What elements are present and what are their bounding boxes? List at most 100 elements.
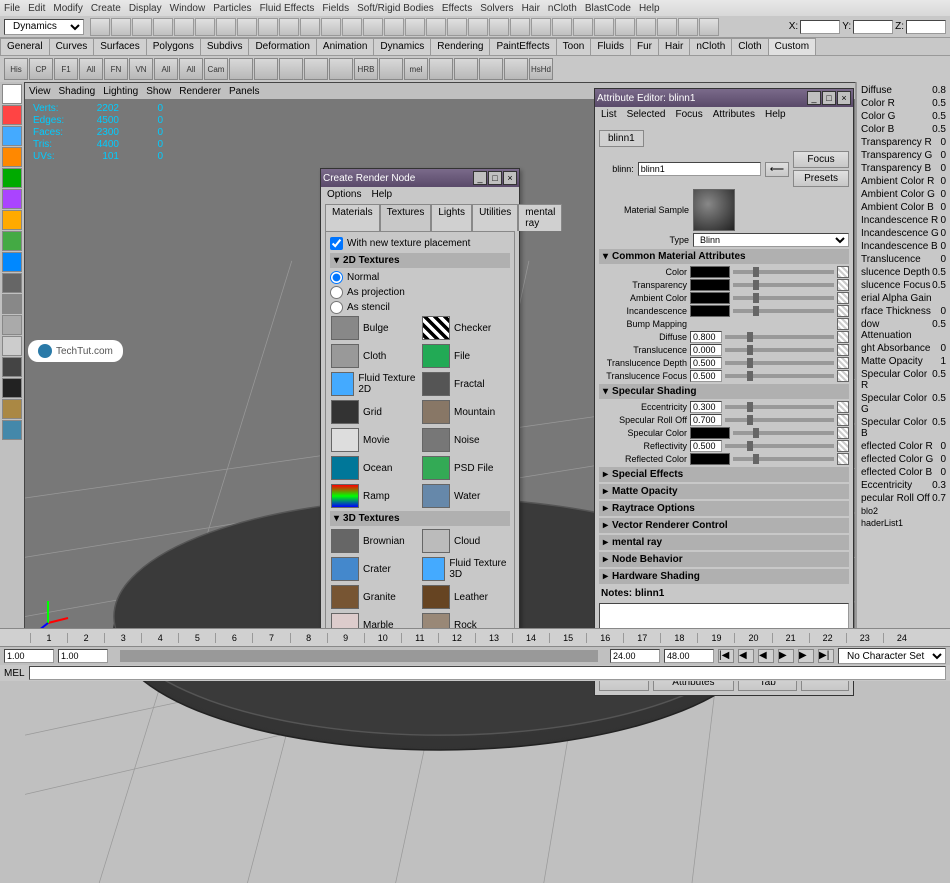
- shelf-btn[interactable]: VN: [129, 58, 153, 80]
- shelf-btn[interactable]: [279, 58, 303, 80]
- create-render-node-dialog[interactable]: Create Render Node _ □ × OptionsHelp Mat…: [320, 168, 520, 675]
- slider[interactable]: [725, 418, 834, 422]
- crn-menu-help[interactable]: Help: [371, 189, 392, 200]
- module-dropdown[interactable]: Dynamics: [4, 19, 84, 35]
- presets-button[interactable]: Presets: [793, 170, 849, 187]
- toolbar-btn[interactable]: [657, 18, 677, 36]
- shelf-btn[interactable]: F1: [54, 58, 78, 80]
- menu-effects[interactable]: Effects: [442, 3, 472, 14]
- nav-button[interactable]: ⟵: [765, 162, 789, 177]
- current-frame-input[interactable]: [58, 649, 108, 663]
- value-input[interactable]: [690, 440, 722, 452]
- rewind-button[interactable]: |◀: [718, 649, 734, 663]
- menu-modify[interactable]: Modify: [53, 3, 82, 14]
- channel-attr[interactable]: slucence Depth0.5: [859, 266, 948, 279]
- shelf-tab-deformation[interactable]: Deformation: [248, 38, 316, 55]
- shelf-tab-ncloth[interactable]: nCloth: [689, 38, 732, 55]
- minimize-icon[interactable]: _: [807, 91, 821, 105]
- channel-attr[interactable]: erial Alpha Gain: [859, 292, 948, 305]
- section-3d-textures[interactable]: ▾3D Textures: [330, 511, 510, 526]
- charset-dropdown[interactable]: No Character Set: [838, 648, 946, 664]
- shelf-btn[interactable]: [329, 58, 353, 80]
- toolbar-btn[interactable]: [573, 18, 593, 36]
- shelf-tab-custom[interactable]: Custom: [768, 38, 816, 55]
- shelf-btn[interactable]: [379, 58, 403, 80]
- range-end-input[interactable]: [610, 649, 660, 663]
- toolbar-btn[interactable]: [699, 18, 719, 36]
- step-fwd-button[interactable]: ▶: [798, 649, 814, 663]
- crn-tab-utilities[interactable]: Utilities: [472, 204, 518, 231]
- texture-fractal[interactable]: Fractal: [421, 371, 510, 397]
- shelf-tab-fluids[interactable]: Fluids: [590, 38, 631, 55]
- map-button[interactable]: [837, 305, 849, 317]
- toolbar-btn[interactable]: [594, 18, 614, 36]
- texture-leather[interactable]: Leather: [421, 584, 510, 610]
- range-max-input[interactable]: [664, 649, 714, 663]
- channel-attr[interactable]: rface Thickness0: [859, 305, 948, 318]
- shelf-btn[interactable]: [254, 58, 278, 80]
- shelf-tab-general[interactable]: General: [0, 38, 50, 55]
- ae-menu-focus[interactable]: Focus: [675, 109, 702, 120]
- menu-display[interactable]: Display: [129, 3, 162, 14]
- texture-mountain[interactable]: Mountain: [421, 399, 510, 425]
- ae-titlebar[interactable]: Attribute Editor: blinn1 _ □ ×: [595, 89, 853, 107]
- menu-fluid effects[interactable]: Fluid Effects: [260, 3, 315, 14]
- shelf-tab-rendering[interactable]: Rendering: [430, 38, 490, 55]
- shelf-btn[interactable]: HRB: [354, 58, 378, 80]
- menu-edit[interactable]: Edit: [28, 3, 45, 14]
- value-input[interactable]: [690, 401, 722, 413]
- toolbar-btn[interactable]: [258, 18, 278, 36]
- channel-attr[interactable]: Matte Opacity1: [859, 355, 948, 368]
- range-start-input[interactable]: [4, 649, 54, 663]
- toolbar-btn[interactable]: [510, 18, 530, 36]
- texture-psd-file[interactable]: PSD File: [421, 455, 510, 481]
- map-button[interactable]: [837, 453, 849, 465]
- texture-cloud[interactable]: Cloud: [421, 528, 510, 554]
- channel-attr[interactable]: Color B0.5: [859, 123, 948, 136]
- menu-ncloth[interactable]: nCloth: [548, 3, 577, 14]
- slider[interactable]: [725, 361, 834, 365]
- focus-button[interactable]: Focus: [793, 151, 849, 168]
- shelf-btn[interactable]: [479, 58, 503, 80]
- toolbar-btn[interactable]: [321, 18, 341, 36]
- channel-attr[interactable]: Translucence0: [859, 253, 948, 266]
- channel-attr[interactable]: eflected Color R0: [859, 440, 948, 453]
- shelf-tab-painteffects[interactable]: PaintEffects: [489, 38, 556, 55]
- play-button[interactable]: ▶: [778, 649, 794, 663]
- tool-icon[interactable]: [2, 147, 22, 167]
- channel-box[interactable]: Diffuse0.8Color R0.5Color G0.5Color B0.5…: [856, 82, 950, 642]
- shelf-tab-polygons[interactable]: Polygons: [146, 38, 201, 55]
- channel-attr[interactable]: Eccentricity0.3: [859, 479, 948, 492]
- type-dropdown[interactable]: Blinn: [693, 233, 849, 247]
- shelf-btn[interactable]: HsHd: [529, 58, 553, 80]
- value-input[interactable]: [690, 331, 722, 343]
- channel-attr[interactable]: Color G0.5: [859, 110, 948, 123]
- toolbar-btn[interactable]: [111, 18, 131, 36]
- section-mental-ray[interactable]: ▸mental ray: [599, 535, 849, 550]
- toolbar-btn[interactable]: [552, 18, 572, 36]
- shelf-tab-hair[interactable]: Hair: [658, 38, 690, 55]
- section-specular[interactable]: ▾Specular Shading: [599, 384, 849, 399]
- tool-icon[interactable]: [2, 126, 22, 146]
- close-icon[interactable]: ×: [503, 171, 517, 185]
- section-2d-textures[interactable]: ▾2D Textures: [330, 253, 510, 268]
- texture-brownian[interactable]: Brownian: [330, 528, 419, 554]
- texture-movie[interactable]: Movie: [330, 427, 419, 453]
- radio-as-stencil[interactable]: [330, 301, 343, 314]
- shelf-tab-cloth[interactable]: Cloth: [731, 38, 768, 55]
- channel-attr[interactable]: eflected Color G0: [859, 453, 948, 466]
- toolbar-btn[interactable]: [153, 18, 173, 36]
- shelf-btn[interactable]: All: [154, 58, 178, 80]
- section-vector-renderer-control[interactable]: ▸Vector Renderer Control: [599, 518, 849, 533]
- color-swatch[interactable]: [690, 305, 730, 317]
- ae-tab[interactable]: blinn1: [599, 130, 644, 147]
- texture-fluid-texture-2d[interactable]: Fluid Texture 2D: [330, 371, 419, 397]
- channel-attr[interactable]: Transparency R0: [859, 136, 948, 149]
- toolbar-btn[interactable]: [489, 18, 509, 36]
- channel-attr[interactable]: Specular Color B0.5: [859, 416, 948, 440]
- tool-icon[interactable]: [2, 168, 22, 188]
- texture-bulge[interactable]: Bulge: [330, 315, 419, 341]
- tool-icon[interactable]: [2, 378, 22, 398]
- color-swatch[interactable]: [690, 427, 730, 439]
- toolbar-btn[interactable]: [195, 18, 215, 36]
